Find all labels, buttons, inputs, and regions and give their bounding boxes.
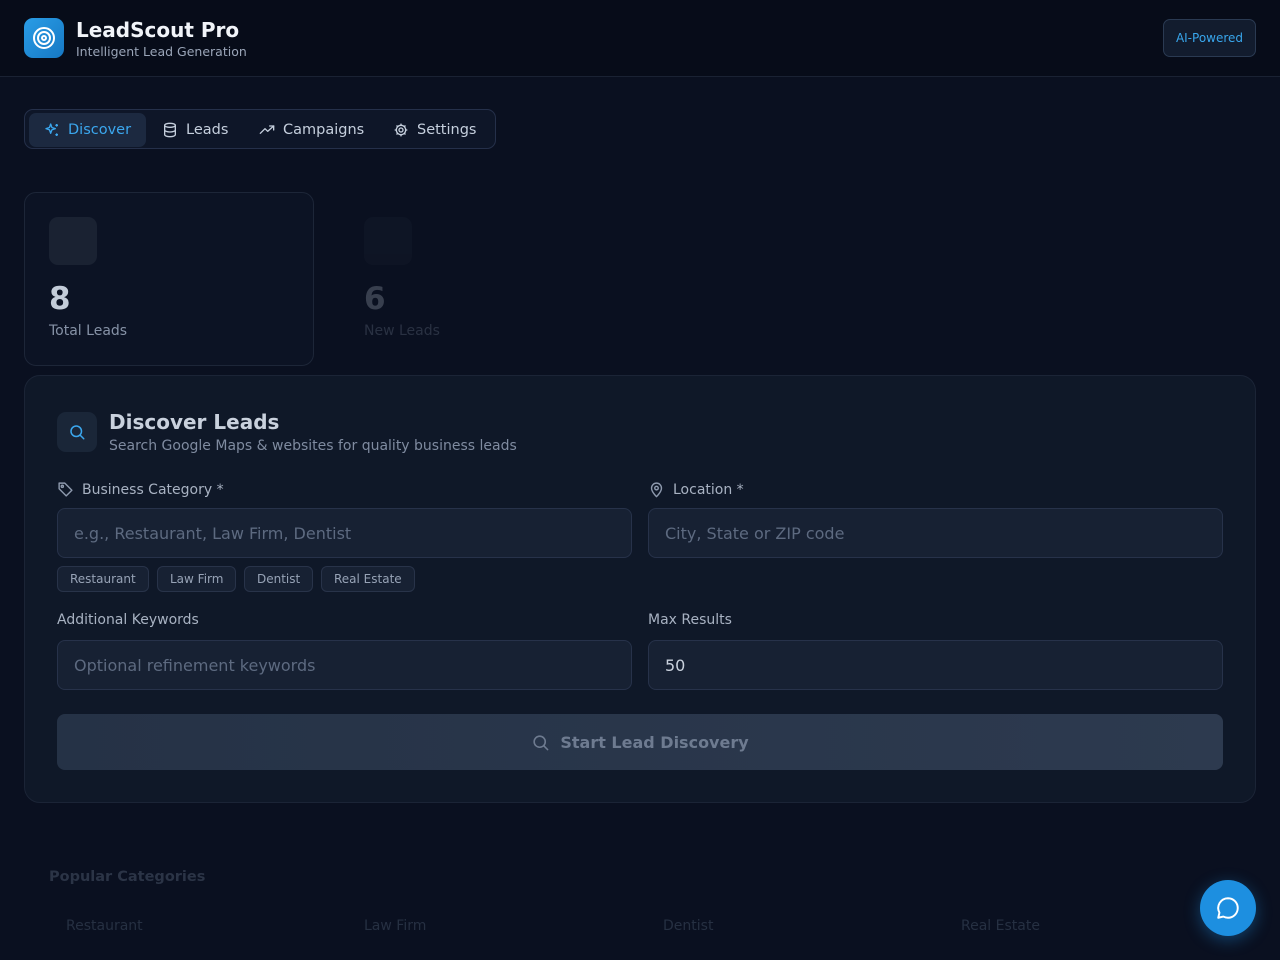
sparkles-icon [45, 123, 58, 136]
stat-value: 8 [49, 281, 71, 317]
search-icon [533, 734, 549, 750]
panel-subtitle: Search Google Maps & websites for qualit… [109, 438, 517, 454]
business-category-input[interactable] [57, 508, 632, 558]
app-subtitle: Intelligent Lead Generation [76, 44, 247, 59]
chat-button[interactable] [1200, 880, 1256, 936]
app-header: LeadScout Pro Intelligent Lead Generatio… [0, 0, 1280, 77]
business-category-label: Business Category * [57, 481, 224, 498]
tab-discover[interactable]: Discover [29, 113, 147, 147]
chip-restaurant[interactable]: Restaurant [57, 566, 149, 592]
tab-campaigns-label: Campaigns [283, 122, 365, 138]
additional-keywords-label: Additional Keywords [57, 612, 199, 628]
max-results-input[interactable] [648, 640, 1223, 690]
location-label: Location * [648, 481, 744, 498]
gear-icon [394, 123, 408, 137]
popular-categories-title: Popular Categories [49, 869, 206, 885]
discover-leads-panel: Discover Leads Search Google Maps & webs… [24, 375, 1256, 803]
stat-label: Total Leads [49, 323, 128, 339]
database-icon [164, 122, 176, 138]
tab-discover-label: Discover [68, 122, 132, 138]
stat-label: New Leads [364, 323, 440, 339]
chip-law-firm[interactable]: Law Firm [157, 566, 237, 592]
chat-bubble-icon [1217, 897, 1239, 919]
search-icon [57, 412, 97, 452]
main-tab-nav: Discover Leads Campaigns Settings [24, 109, 496, 149]
popular-category-item[interactable]: Restaurant [66, 918, 143, 934]
panel-title: Discover Leads [109, 410, 280, 434]
tab-settings[interactable]: Settings [378, 113, 491, 147]
map-pin-icon [650, 482, 663, 498]
trending-up-icon [259, 125, 275, 134]
tab-leads[interactable]: Leads [147, 113, 243, 147]
tag-icon [58, 482, 73, 497]
start-lead-discovery-button[interactable]: Start Lead Discovery [57, 714, 1223, 770]
popular-category-item[interactable]: Dentist [663, 918, 713, 934]
popular-category-item[interactable]: Real Estate [961, 918, 1040, 934]
tab-campaigns[interactable]: Campaigns [244, 113, 379, 147]
stat-placeholder-icon [49, 217, 97, 265]
stat-value: 6 [364, 281, 386, 317]
popular-category-item[interactable]: Law Firm [364, 918, 426, 934]
max-results-label: Max Results [648, 612, 732, 628]
start-lead-discovery-label: Start Lead Discovery [560, 732, 749, 752]
stat-card-total-leads: 8 Total Leads [24, 192, 314, 366]
app-title: LeadScout Pro [76, 18, 240, 42]
stat-placeholder-icon [364, 217, 412, 265]
target-logo-icon [24, 18, 64, 58]
chip-real-estate[interactable]: Real Estate [321, 566, 415, 592]
additional-keywords-input[interactable] [57, 640, 632, 690]
tab-settings-label: Settings [417, 122, 477, 138]
tab-leads-label: Leads [186, 122, 229, 138]
chip-dentist[interactable]: Dentist [244, 566, 314, 592]
stat-card-new-leads: 6 New Leads [339, 192, 629, 366]
location-input[interactable] [648, 508, 1223, 558]
ai-powered-badge: AI-Powered [1163, 19, 1256, 57]
